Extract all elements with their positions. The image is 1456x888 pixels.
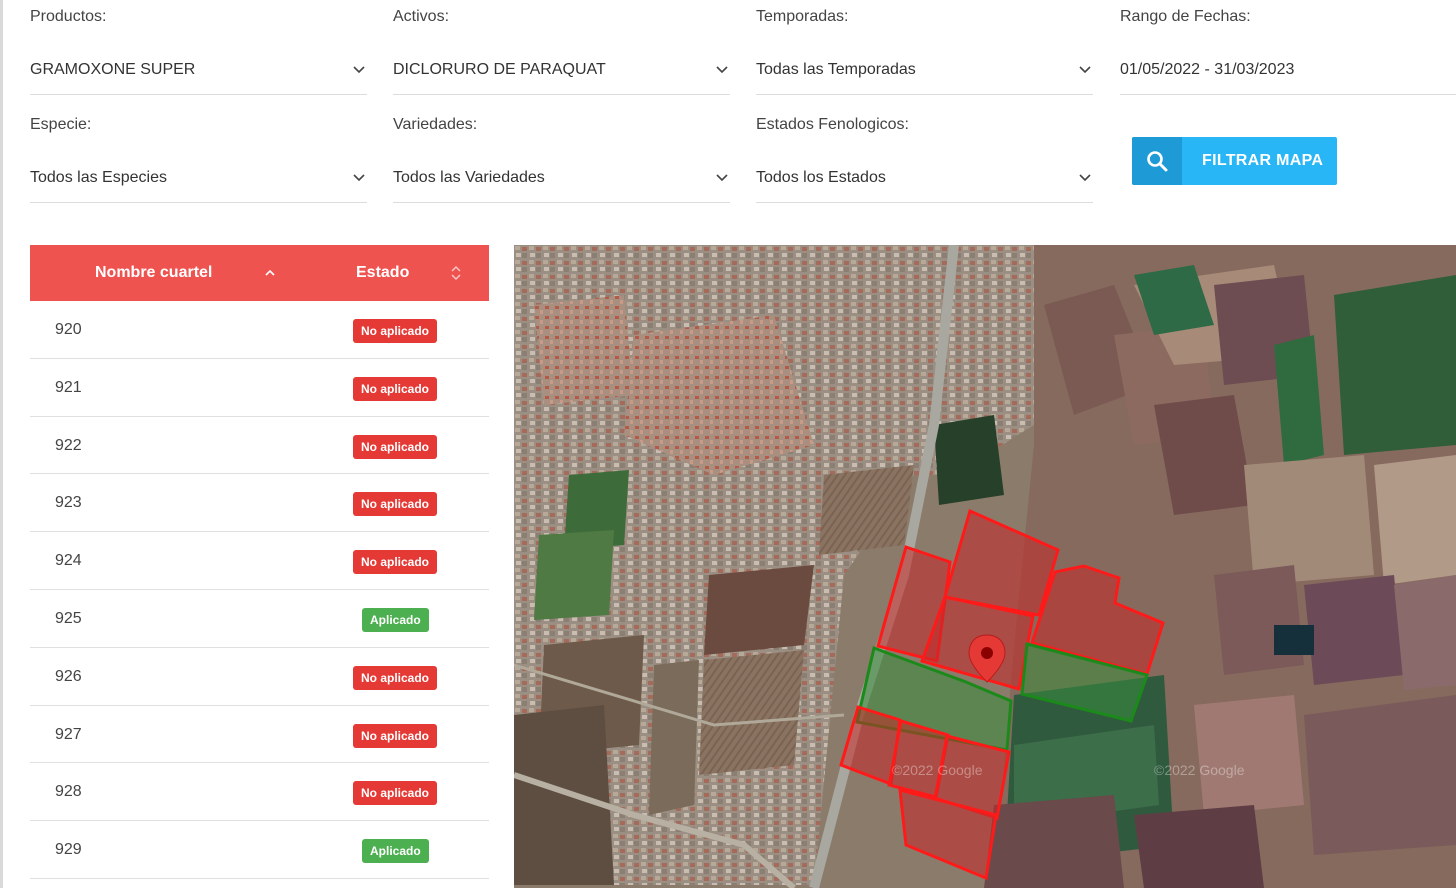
filter-label: Productos: [30,8,107,25]
chevron-down-icon [716,66,728,74]
table-row[interactable]: 925 Aplicado [30,590,489,648]
map-canvas: ©2022 Google ©2022 Google [514,245,1456,888]
status-badge: No aplicado [353,665,438,690]
cuartel-name: 920 [55,321,82,338]
table-row[interactable]: 928 No aplicado [30,763,489,822]
filter-label: Variedades: [393,116,478,133]
status-badge: No aplicado [353,434,438,459]
map-field [699,650,804,775]
cuartel-name: 928 [55,783,82,801]
select-value: Todos los Estados [756,169,886,186]
status-badge: No aplicado [353,376,438,401]
map-residential-block [534,295,634,405]
table-row[interactable]: 926 No aplicado [30,648,489,706]
activos-select[interactable]: DICLORURO DE PARAQUAT [393,50,730,95]
column-header-estado[interactable]: Estado [356,264,409,282]
map-orchard [934,415,1004,505]
cuartel-name: 925 [55,609,82,627]
filter-label: Estados Fenologicos: [756,116,909,133]
select-value: Todas las Temporadas [756,61,916,78]
map-field [534,530,614,620]
map-field [1134,805,1264,888]
map-field [984,795,1124,888]
chevron-down-icon [1079,66,1091,74]
select-value: DICLORURO DE PARAQUAT [393,61,606,78]
status-badge: No aplicado [353,550,438,575]
cuartel-name: 926 [55,667,82,685]
filter-label: Rango de Fechas: [1120,8,1251,25]
search-icon-box [1132,137,1182,185]
map-field [1374,455,1456,585]
map-field [1214,565,1304,675]
map-pond [1274,625,1314,655]
status-badge: Aplicado [362,607,429,632]
cuarteles-table: Nombre cuartel Estado 920 No aplicado 921 N… [30,245,489,879]
variedades-select[interactable]: Todos las Variedades [393,158,730,203]
map-field [1394,575,1456,690]
map-field [1304,695,1456,855]
chevron-down-icon [353,174,365,182]
table-row[interactable]: 924 No aplicado [30,532,489,590]
date-range-input[interactable]: 01/05/2022 - 31/03/2023 [1120,50,1456,95]
table-row[interactable]: 922 No aplicado [30,417,489,475]
filter-label: Temporadas: [756,8,849,25]
filter-label: Especie: [30,116,92,133]
date-range-value: 01/05/2022 - 31/03/2023 [1120,61,1295,78]
map-watermark: ©2022 Google [1154,762,1245,778]
search-icon [1147,151,1168,172]
map-field [1194,695,1304,815]
page-left-border [0,0,3,888]
status-badge: No aplicado [353,723,438,748]
select-value: Todos las Especies [30,169,167,186]
table-row[interactable]: 927 No aplicado [30,706,489,764]
table-row[interactable]: 921 No aplicado [30,359,489,417]
table-header: Nombre cuartel Estado [30,245,489,301]
filtrar-mapa-button[interactable]: FILTRAR MAPA [1132,137,1337,185]
status-badge: No aplicado [353,781,438,806]
map-watermark: ©2022 Google [892,762,983,778]
table-body: 920 No aplicado 921 No aplicado 922 No aplica… [30,301,489,879]
status-badge: Aplicado [362,839,429,864]
cuartel-name: 922 [55,436,82,454]
temporadas-select[interactable]: Todas las Temporadas [756,50,1093,95]
select-value: GRAMOXONE SUPER [30,61,196,78]
sort-icon[interactable] [451,265,461,281]
filtrar-mapa-label: FILTRAR MAPA [1202,152,1324,169]
column-header-nombre[interactable]: Nombre cuartel [95,264,212,282]
estados-select[interactable]: Todos los Estados [756,158,1093,203]
map-field [704,565,814,655]
table-row[interactable]: 929 Aplicado [30,821,489,879]
productos-select[interactable]: GRAMOXONE SUPER [30,50,367,95]
cuartel-name: 924 [55,552,82,570]
status-badge: No aplicado [353,319,438,343]
chevron-down-icon [1079,174,1091,182]
cuartel-name: 929 [55,841,82,859]
chevron-down-icon [716,174,728,182]
select-value: Todos las Variedades [393,169,545,186]
status-badge: No aplicado [353,492,438,517]
especie-select[interactable]: Todos las Especies [30,158,367,203]
chevron-down-icon [353,66,365,74]
sort-asc-icon[interactable] [265,269,275,276]
cuartel-name: 923 [55,494,82,512]
map-field [1244,455,1374,585]
map-field [1304,575,1404,685]
map-field [649,660,699,815]
satellite-map[interactable]: ©2022 Google ©2022 Google [514,245,1456,888]
cuartel-name: 921 [55,378,82,396]
filter-label: Activos: [393,8,450,25]
cuartel-name: 927 [55,725,82,743]
table-row[interactable]: 920 No aplicado [30,301,489,359]
map-field [514,705,614,885]
map-field [1334,275,1456,455]
map-field [819,465,914,555]
table-row[interactable]: 923 No aplicado [30,474,489,533]
